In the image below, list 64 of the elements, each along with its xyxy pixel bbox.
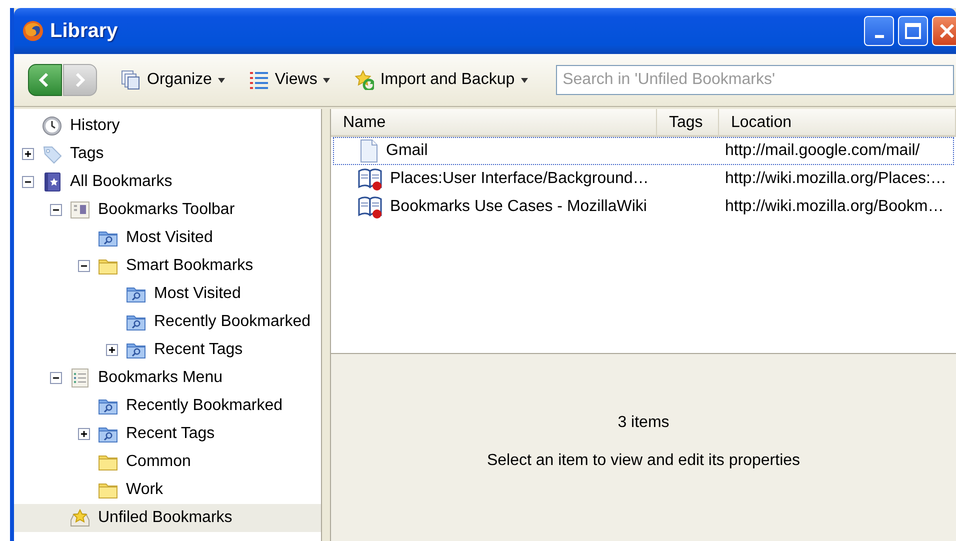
bookmark-row[interactable]: Places:User Interface/Background… http://wiki.mozilla.org/Places:… [333,165,954,193]
search-field[interactable]: Search in 'Unfiled Bookmarks' [556,65,954,95]
bookmark-name: Bookmarks Use Cases - MozillaWiki [390,198,647,216]
dropdown-caret-icon [218,78,225,82]
maximize-button[interactable] [898,16,928,46]
column-header[interactable]: Name [331,109,657,135]
back-button[interactable] [28,64,62,96]
toolbar-menu-button[interactable]: Organize [117,68,229,92]
tree-item[interactable]: Unfiled Bookmarks [14,504,321,532]
bookmarks-book-icon [42,172,62,192]
toolbar-menu-button[interactable]: Views [244,68,334,92]
bookmark-row[interactable]: Bookmarks Use Cases - MozillaWiki http://wiki.mozilla.org/Bookm… [333,193,954,221]
bookmark-location: http://mail.google.com/mail/ [724,142,921,160]
tree-item[interactable]: Recent Tags [14,336,321,364]
collapse-icon[interactable] [78,260,90,272]
tree-item[interactable]: Bookmarks Toolbar [14,196,321,224]
stacked-pages-icon [121,70,141,90]
column-header[interactable]: Tags [657,109,719,135]
menu-list-icon [70,368,90,388]
tree-item[interactable]: Bookmarks Menu [14,364,321,392]
close-icon [938,22,956,40]
history-clock-icon [42,116,62,136]
maximize-icon [904,22,922,40]
item-count: 3 items [618,414,670,432]
bookmark-name: Places:User Interface/Background… [390,170,649,188]
collapse-icon[interactable] [50,372,62,384]
column-header[interactable]: Location [719,109,956,135]
tree-item[interactable]: Recently Bookmarked [14,308,321,336]
expand-icon[interactable] [106,344,118,356]
details-hint: Select an item to view and edit its properties [486,452,800,470]
tree-item[interactable]: Most Visited [14,280,321,308]
tree-item[interactable]: History [14,112,321,140]
collapse-icon[interactable] [22,176,34,188]
bookmark-name: Gmail [386,142,428,160]
tree-item[interactable]: Recent Tags [14,420,321,448]
bookmark-location: http://wiki.mozilla.org/Places:… [724,170,948,188]
bookmark-location: http://wiki.mozilla.org/Bookm… [724,198,945,216]
page-icon [358,139,380,163]
tree-item[interactable]: Common [14,448,321,476]
minimize-icon [874,34,884,38]
tag-icon [42,144,62,164]
collapse-icon[interactable] [50,204,62,216]
tree-item[interactable]: Work [14,476,321,504]
bookmark-row[interactable]: Gmail http://mail.google.com/mail/ [333,137,954,165]
toolbar-menu-button[interactable]: Import and Backup [350,68,532,92]
inbox-star-icon [70,508,90,528]
dropdown-caret-icon [520,78,528,82]
tree-item[interactable]: Most Visited [14,224,321,252]
dropdown-caret-icon [323,78,330,82]
star-sync-icon [354,70,374,90]
tree-item[interactable]: Smart Bookmarks [14,252,321,280]
firefox-logo-icon [22,20,44,42]
tree-item[interactable]: Tags [14,140,321,168]
minimize-button[interactable] [864,16,894,46]
list-view-icon [248,70,269,90]
book-icon [358,167,384,191]
book-icon [358,195,384,219]
tree-item[interactable]: All Bookmarks [14,168,321,196]
expand-icon[interactable] [22,148,34,160]
tree-item[interactable]: Recently Bookmarked [14,392,321,420]
expand-icon[interactable] [78,428,90,440]
toolbar-icon [70,200,90,220]
window-title: Library [50,20,118,42]
close-button[interactable] [932,16,956,46]
